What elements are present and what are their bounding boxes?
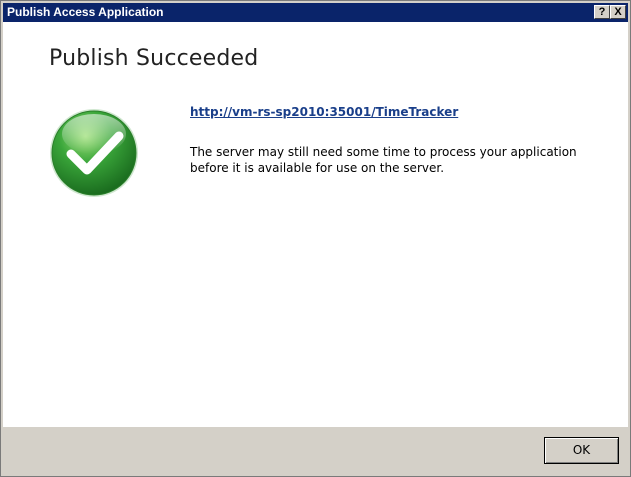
dialog-footer: OK (3, 427, 628, 475)
title-bar[interactable]: Publish Access Application ? X (3, 3, 628, 22)
close-button[interactable]: X (610, 5, 626, 19)
help-button[interactable]: ? (594, 5, 610, 19)
success-check-icon (47, 106, 141, 200)
publish-dialog-window: Publish Access Application ? X Publish S… (0, 0, 631, 477)
window-title: Publish Access Application (7, 5, 164, 19)
ok-button[interactable]: OK (544, 437, 619, 464)
application-url-link[interactable]: http://vm-rs-sp2010:35001/TimeTracker (190, 105, 458, 119)
status-message: The server may still need some time to p… (190, 145, 577, 175)
page-title: Publish Succeeded (49, 46, 259, 71)
dialog-content: Publish Succeeded http://vm-rs-sp2010:35… (3, 22, 628, 427)
